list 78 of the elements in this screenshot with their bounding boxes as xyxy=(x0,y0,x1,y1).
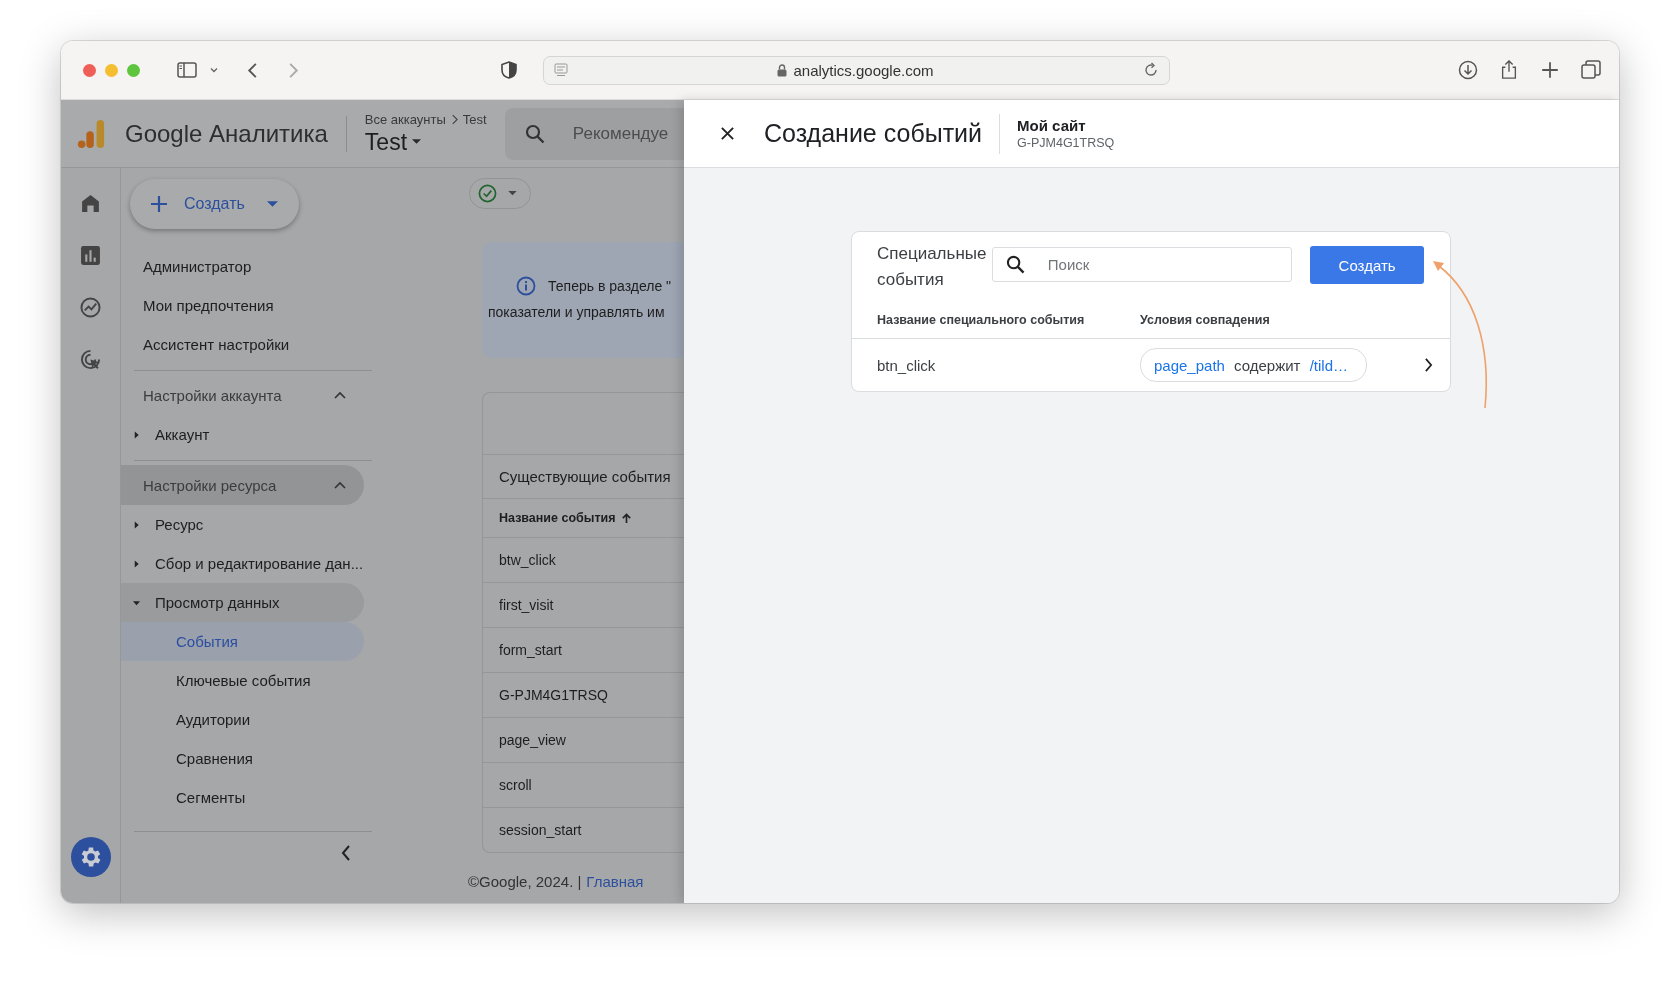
condition-chip: page_path содержит /tild… xyxy=(1140,348,1367,382)
close-icon[interactable] xyxy=(720,126,735,141)
sidebar-icon[interactable] xyxy=(177,62,197,78)
chevron-icon xyxy=(334,391,346,399)
caret-icon xyxy=(266,200,278,208)
triangle-icon xyxy=(133,520,140,529)
close-window-button[interactable] xyxy=(83,63,96,77)
site-name: Мой сайт xyxy=(1017,117,1087,134)
nav-section-header[interactable]: Настройки ресурса xyxy=(121,465,364,505)
plus-icon[interactable] xyxy=(1540,60,1560,80)
create-button[interactable]: Создать xyxy=(1310,246,1424,284)
cursor-target-icon[interactable] xyxy=(80,349,101,370)
plus-icon xyxy=(150,195,168,213)
bar-chart-icon[interactable] xyxy=(80,245,101,266)
nav-item[interactable]: Ключевые события xyxy=(121,661,364,700)
caret-icon xyxy=(508,191,517,196)
tabs-icon[interactable] xyxy=(1581,60,1601,80)
table-cell: btw_click xyxy=(499,552,556,568)
table-cell: G-PJM4G1TRSQ xyxy=(499,687,608,703)
home-icon[interactable] xyxy=(80,193,101,214)
panel-title: Создание событий xyxy=(764,119,983,148)
address-bar[interactable]: analytics.google.com xyxy=(543,55,1170,85)
nav-item[interactable]: Ассистент настройки xyxy=(121,325,394,364)
copyright-text: ©Google, 2024. | xyxy=(468,873,582,890)
info-icon xyxy=(516,276,536,296)
trend-icon[interactable] xyxy=(80,297,101,318)
arrow-up-icon xyxy=(620,512,632,524)
caret-icon xyxy=(412,139,422,145)
chevron-right-icon xyxy=(1424,358,1433,372)
check-circle-icon xyxy=(478,184,497,203)
nav-item[interactable]: Сбор и редактирование дан... xyxy=(121,544,364,583)
triangle-icon xyxy=(132,599,141,606)
lock-icon xyxy=(777,63,788,77)
nav-item[interactable]: Сегменты xyxy=(121,778,364,817)
property-selector[interactable]: Test xyxy=(364,128,491,156)
nav-item[interactable]: Аудитории xyxy=(121,700,364,739)
share-icon[interactable] xyxy=(1499,60,1519,80)
nav-item[interactable]: Сравнения xyxy=(121,739,364,778)
chevron-down-icon[interactable] xyxy=(209,65,219,75)
product-name: Google Аналитика xyxy=(125,119,328,148)
download-icon[interactable] xyxy=(1458,60,1478,80)
shield-icon[interactable] xyxy=(501,61,517,79)
breadcrumb-link[interactable]: Все аккаунты xyxy=(364,111,446,127)
search-icon xyxy=(1005,255,1025,274)
table-cell: session_start xyxy=(499,822,582,838)
card-title: Специальные события xyxy=(877,243,988,291)
column-header[interactable]: Название события xyxy=(499,511,616,525)
triangle-icon xyxy=(133,559,140,568)
nav-item[interactable]: Администратор xyxy=(121,247,394,286)
info-text: Теперь в разделе " xyxy=(548,278,672,294)
info-text: показатели и управлять им xyxy=(488,304,666,320)
chevron-left-icon[interactable] xyxy=(341,845,351,861)
nav-section-header[interactable]: Настройки аккаунта xyxy=(121,375,364,415)
url-text: analytics.google.com xyxy=(793,61,934,79)
event-name: btn_click xyxy=(877,356,937,374)
table-cell: scroll xyxy=(499,777,532,793)
table-cell: page_view xyxy=(499,732,566,748)
chevron-right-icon xyxy=(450,113,458,125)
site-id: G-PJM4G1TRSQ xyxy=(1017,136,1115,150)
nav-item[interactable]: Ресурс xyxy=(121,505,364,544)
nav-item[interactable]: Просмотр данных xyxy=(121,583,364,622)
event-row[interactable]: btn_click page_path содержит /tild… xyxy=(852,339,1450,391)
nav-item[interactable]: Аккаунт xyxy=(121,415,364,454)
nav-item[interactable]: Мои предпочтения xyxy=(121,286,394,325)
column-header: Условия совпадения xyxy=(1140,313,1270,327)
settings-button[interactable] xyxy=(70,837,111,877)
reload-icon[interactable] xyxy=(1143,62,1159,78)
triangle-icon xyxy=(133,430,140,439)
page-icon xyxy=(554,63,568,77)
chevron-icon xyxy=(334,481,346,489)
search-icon xyxy=(524,123,545,144)
analytics-logo-icon xyxy=(77,118,105,149)
column-header: Название специального события xyxy=(877,313,1086,327)
table-cell: first_visit xyxy=(499,597,554,613)
search-field[interactable]: Поиск xyxy=(991,247,1293,282)
back-icon[interactable] xyxy=(247,61,259,79)
breadcrumb-link[interactable]: Test xyxy=(462,111,487,127)
table-cell: form_start xyxy=(499,642,562,658)
